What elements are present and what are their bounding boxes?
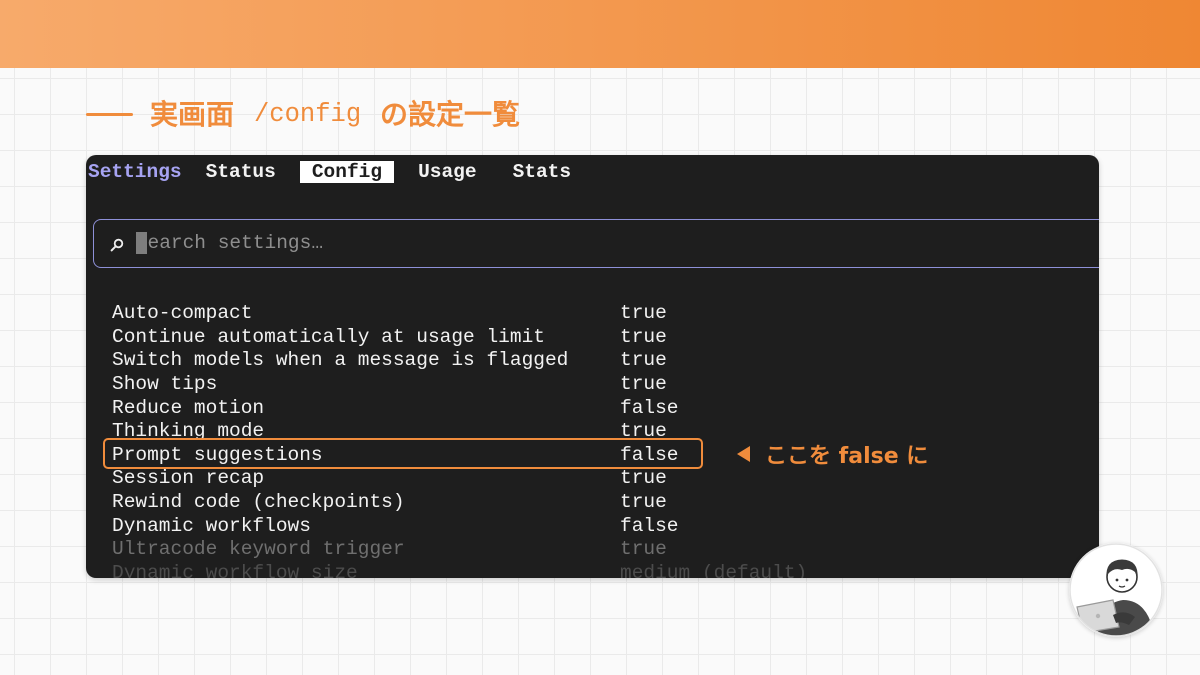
pointer-triangle-icon <box>737 446 750 462</box>
setting-name: Rewind code (checkpoints) <box>112 490 405 513</box>
search-input[interactable]: earch settings… <box>93 219 1099 268</box>
tab-stats[interactable]: Stats <box>501 161 584 183</box>
annotation-callout: ここを false に <box>737 441 929 469</box>
setting-value: true <box>620 372 667 395</box>
tab-bar: Settings Status Config Usage Stats <box>88 161 583 183</box>
setting-value: true <box>620 325 667 348</box>
setting-row[interactable]: Session recap true <box>112 467 807 491</box>
setting-row[interactable]: Reduce motion false <box>112 397 807 421</box>
setting-name: Session recap <box>112 467 265 490</box>
setting-name: Reduce motion <box>112 396 265 419</box>
avatar <box>1069 543 1163 637</box>
header-bar <box>0 0 1200 68</box>
tab-status[interactable]: Status <box>194 161 288 183</box>
heading-dash <box>86 113 133 116</box>
setting-name: Continue automatically at usage limit <box>112 325 545 348</box>
setting-row[interactable]: Ultracode keyword trigger true <box>112 538 807 562</box>
setting-value: true <box>620 467 667 490</box>
search-placeholder: earch settings… <box>147 231 324 254</box>
setting-row[interactable]: Continue automatically at usage limit tru… <box>112 326 807 350</box>
setting-value: true <box>620 538 667 561</box>
setting-name: Dynamic workflow size <box>112 561 358 578</box>
annotation-text: ここを false に <box>765 444 929 469</box>
setting-value: medium (default) <box>620 561 808 578</box>
terminal-window: Settings Status Config Usage Stats earch se… <box>86 155 1099 578</box>
setting-value: false <box>620 396 679 419</box>
heading-prefix: 実画面 <box>150 98 235 131</box>
setting-name: Ultracode keyword trigger <box>112 538 405 561</box>
setting-row[interactable]: Switch models when a message is flagged t… <box>112 349 807 373</box>
setting-value: true <box>620 349 667 372</box>
setting-name: Dynamic workflows <box>112 514 311 537</box>
highlight-box <box>103 438 703 469</box>
setting-name: Switch models when a message is flagged <box>112 349 569 372</box>
tab-config[interactable]: Config <box>299 161 395 183</box>
setting-row[interactable]: Dynamic workflow size medium (default) <box>112 562 807 578</box>
setting-name: Show tips <box>112 372 218 395</box>
setting-value: true <box>620 302 667 325</box>
setting-name: Auto-compact <box>112 302 253 325</box>
heading-suffix: の設定一覧 <box>380 98 521 131</box>
tab-usage[interactable]: Usage <box>406 161 489 183</box>
search-icon <box>110 236 124 252</box>
setting-value: true <box>620 490 667 513</box>
settings-title: Settings <box>88 161 182 183</box>
setting-row[interactable]: Show tips true <box>112 373 807 397</box>
setting-row[interactable]: Auto-compact true <box>112 302 807 326</box>
text-cursor <box>135 231 148 254</box>
setting-value: false <box>620 514 679 537</box>
setting-row[interactable]: Rewind code (checkpoints) true <box>112 491 807 515</box>
setting-row[interactable]: Dynamic workflows false <box>112 515 807 539</box>
heading-code: /config <box>254 100 362 129</box>
person-with-laptop-icon <box>1069 543 1163 637</box>
